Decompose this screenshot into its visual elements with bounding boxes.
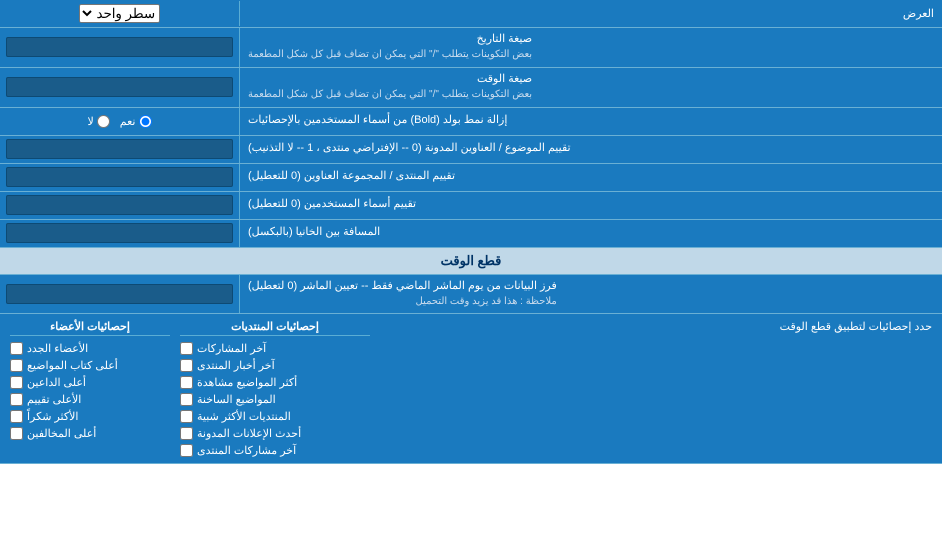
bold-radio-yes-label[interactable]: نعم xyxy=(120,115,152,128)
checkboxes-limit-label: حدد إحصائيات لتطبيق قطع الوقت xyxy=(370,320,932,333)
cut-input[interactable]: 0 xyxy=(6,284,233,304)
top-select-area[interactable]: سطر واحد xyxy=(0,1,240,26)
chk-col1-0[interactable] xyxy=(180,342,193,355)
checkboxes-spacer xyxy=(370,342,932,457)
time-format-row: صيغة الوقتبعض التكوينات يتطلب "/" التي ي… xyxy=(0,68,942,108)
chk-col1-item-2: أكثر المواضيع مشاهدة xyxy=(180,376,297,389)
forum-rank-input-wrap: 33 xyxy=(0,164,240,191)
bold-remove-row: إزالة نمط بولد (Bold) من أسماء المستخدمي… xyxy=(0,108,942,136)
col2-header: إحصائيات الأعضاء xyxy=(10,320,170,336)
space-row: المسافة بين الخانيا (بالبكسل) 2 xyxy=(0,220,942,248)
cut-row: فرز البيانات من يوم الماشر الماضي فقط --… xyxy=(0,275,942,315)
bold-radio-no[interactable] xyxy=(97,115,110,128)
chk-col1-4[interactable] xyxy=(180,410,193,423)
checkboxes-headers: إحصائيات المنتديات إحصائيات الأعضاء xyxy=(10,320,370,336)
chk-col1-item-5: أحدث الإعلانات المدونة xyxy=(180,427,301,440)
col1-header: إحصائيات المنتديات xyxy=(180,320,370,336)
display-select[interactable]: سطر واحد xyxy=(79,4,160,23)
chk-col2-3[interactable] xyxy=(10,393,23,406)
checkboxes-header-container: حدد إحصائيات لتطبيق قطع الوقت إحصائيات ا… xyxy=(0,320,942,342)
date-format-input-wrap: d-m xyxy=(0,28,240,67)
bold-radio-yes[interactable] xyxy=(139,115,152,128)
topic-rank-input[interactable]: 33 xyxy=(6,139,233,159)
user-rank-input-wrap: 0 xyxy=(0,192,240,219)
chk-col2-item-3: الأعلى تقييم xyxy=(10,393,81,406)
chk-col2-item-4: الأكثر شكراً xyxy=(10,410,78,423)
chk-col1-3[interactable] xyxy=(180,393,193,406)
checkboxes-cols: آخر المشاركات آخر أخبار المنتدى أكثر الم… xyxy=(10,342,370,457)
chk-col2-item-5: أعلى المخالفين xyxy=(10,427,96,440)
topic-rank-row: تقييم الموضوع / العناوين المدونة (0 -- ا… xyxy=(0,136,942,164)
cut-input-wrap: 0 xyxy=(0,275,240,314)
bold-radio-no-label[interactable]: لا xyxy=(88,115,110,128)
time-format-label: صيغة الوقتبعض التكوينات يتطلب "/" التي ي… xyxy=(240,68,942,107)
time-format-input-wrap: H:i xyxy=(0,68,240,107)
chk-col1-2[interactable] xyxy=(180,376,193,389)
chk-col2-5[interactable] xyxy=(10,427,23,440)
chk-col1-item-4: المنتديات الأكثر شبية xyxy=(180,410,291,423)
chk-col2-1[interactable] xyxy=(10,359,23,372)
col1-checkboxes: آخر المشاركات آخر أخبار المنتدى أكثر الم… xyxy=(180,342,370,457)
bold-radio-group: نعم لا xyxy=(88,115,152,128)
date-format-label: صيغة التاريخبعض التكوينات يتطلب "/" التي… xyxy=(240,28,942,67)
date-format-input[interactable]: d-m xyxy=(6,37,233,57)
chk-col1-item-1: آخر أخبار المنتدى xyxy=(180,359,275,372)
forum-rank-label: تقييم المنتدى / المجموعة العناوين (0 للت… xyxy=(240,164,942,191)
topic-rank-input-wrap: 33 xyxy=(0,136,240,163)
chk-col2-item-0: الأعضاء الجدد xyxy=(10,342,88,355)
bold-remove-label: إزالة نمط بولد (Bold) من أسماء المستخدمي… xyxy=(240,108,942,135)
chk-col2-item-2: أعلى الداعين xyxy=(10,376,86,389)
chk-col1-item-6: آخر مشاركات المنتدى xyxy=(180,444,296,457)
chk-col2-2[interactable] xyxy=(10,376,23,389)
top-row-label: العرض xyxy=(240,3,942,24)
forum-rank-input[interactable]: 33 xyxy=(6,167,233,187)
chk-col2-0[interactable] xyxy=(10,342,23,355)
section-header: قطع الوقت xyxy=(0,248,942,275)
chk-col2-4[interactable] xyxy=(10,410,23,423)
topic-rank-label: تقييم الموضوع / العناوين المدونة (0 -- ا… xyxy=(240,136,942,163)
space-input-wrap: 2 xyxy=(0,220,240,247)
space-label: المسافة بين الخانيا (بالبكسل) xyxy=(240,220,942,247)
top-row: العرض سطر واحد xyxy=(0,0,942,28)
cut-label: فرز البيانات من يوم الماشر الماضي فقط --… xyxy=(240,275,942,314)
chk-col1-5[interactable] xyxy=(180,427,193,440)
user-rank-input[interactable]: 0 xyxy=(6,195,233,215)
col2-checkboxes: الأعضاء الجدد أعلى كتاب المواضيع أعلى ال… xyxy=(10,342,170,457)
time-format-input[interactable]: H:i xyxy=(6,77,233,97)
checkboxes-data: آخر المشاركات آخر أخبار المنتدى أكثر الم… xyxy=(0,342,942,457)
chk-col1-item-3: المواضيع الساخنة xyxy=(180,393,276,406)
date-format-row: صيغة التاريخبعض التكوينات يتطلب "/" التي… xyxy=(0,28,942,68)
chk-col1-item-0: آخر المشاركات xyxy=(180,342,266,355)
checkboxes-section: حدد إحصائيات لتطبيق قطع الوقت إحصائيات ا… xyxy=(0,314,942,464)
bold-remove-input-wrap: نعم لا xyxy=(0,108,240,135)
user-rank-label: تقييم أسماء المستخدمين (0 للتعطيل) xyxy=(240,192,942,219)
user-rank-row: تقييم أسماء المستخدمين (0 للتعطيل) 0 xyxy=(0,192,942,220)
chk-col1-6[interactable] xyxy=(180,444,193,457)
forum-rank-row: تقييم المنتدى / المجموعة العناوين (0 للت… xyxy=(0,164,942,192)
chk-col1-1[interactable] xyxy=(180,359,193,372)
space-input[interactable]: 2 xyxy=(6,223,233,243)
chk-col2-item-1: أعلى كتاب المواضيع xyxy=(10,359,118,372)
